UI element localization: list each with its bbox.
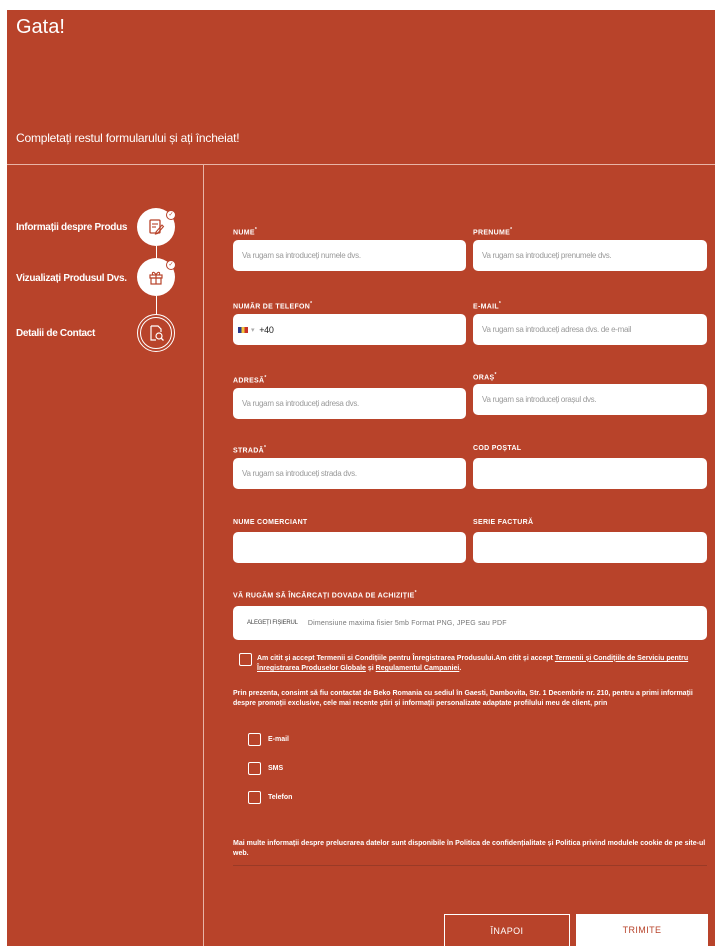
email-field[interactable]: Va rugam sa introduceți adresa dvs. de e…: [473, 314, 707, 345]
adresa-label: ADRESĂ*: [233, 375, 267, 385]
choose-file-button[interactable]: ALEGEȚI FIȘIERUL: [247, 620, 298, 626]
prenume-field[interactable]: Va rugam sa introduceți prenumele dvs.: [473, 240, 707, 271]
prenume-label: PRENUME*: [473, 227, 513, 237]
step-done-check-icon: ✓: [166, 260, 176, 270]
step-connector: [156, 246, 157, 258]
gift-icon: [149, 271, 163, 285]
serie-factura-field[interactable]: [473, 532, 707, 563]
nume-field[interactable]: Va rugam sa introduceți numele dvs.: [233, 240, 466, 271]
strada-field[interactable]: Va rugam sa introduceți strada dvs.: [233, 458, 466, 489]
oras-label: ORAȘ*: [473, 372, 497, 382]
upload-hint: Dimensiune maxima fisier 5mb Format PNG,…: [307, 619, 507, 627]
contact-consent-text: Prin prezenta, consimt să fiu contactat …: [233, 690, 693, 707]
strada-label: STRADĂ*: [233, 445, 267, 455]
page-title: Gata!: [16, 16, 65, 38]
back-button[interactable]: ÎNAPOI: [444, 914, 570, 946]
step-contact[interactable]: [137, 314, 175, 352]
privacy-text: Mai multe informații despre prelucrarea …: [233, 840, 706, 857]
document-search-icon: [150, 325, 164, 341]
sidebar-divider: [203, 165, 204, 946]
page-subtitle: Completați restul formularului și ați în…: [16, 131, 240, 145]
email-label: E-MAIL*: [473, 301, 502, 311]
serie-factura-label: SERIE FACTURĂ: [473, 519, 534, 526]
terms-checkbox[interactable]: [239, 653, 252, 666]
nume-comerciant-field[interactable]: [233, 532, 466, 563]
header-divider: [7, 164, 715, 165]
upload-field[interactable]: ALEGEȚI FIȘIERUL Dimensiune maxima fisie…: [233, 606, 707, 640]
terms-link-campaign[interactable]: Regulamentul Campaniei: [376, 665, 460, 672]
terms-prefix: Am citit și accept Termenii si Condițiil…: [257, 655, 555, 662]
nume-comerciant-label: NUME COMERCIANT: [233, 519, 308, 526]
form-bottom-divider: [233, 865, 707, 866]
edit-document-icon: [149, 219, 165, 235]
phone-prefix: +40: [259, 324, 274, 335]
step-done-check-icon: ✓: [166, 210, 176, 220]
country-dropdown-icon[interactable]: ▾: [251, 326, 255, 334]
upload-label: VĂ RUGĂM SĂ ÎNCĂRCAȚI DOVADA DE ACHIZIȚI…: [233, 590, 417, 600]
step-label-product-info[interactable]: Informații despre Produs: [16, 222, 127, 233]
adresa-field[interactable]: Va rugam sa introduceți adresa dvs.: [233, 388, 466, 419]
cod-postal-field[interactable]: [473, 458, 707, 489]
phone-field[interactable]: ▾ +40: [233, 314, 466, 345]
sms-consent-label: SMS: [268, 765, 284, 772]
cod-postal-label: COD POȘTAL: [473, 445, 522, 452]
step-label-contact[interactable]: Detalii de Contact: [16, 328, 95, 339]
romania-flag-icon[interactable]: [238, 326, 248, 333]
email-consent-checkbox[interactable]: [248, 733, 261, 746]
step-label-product-view[interactable]: Vizualizați Produsul Dvs.: [16, 273, 127, 284]
terms-text: Am citit și accept Termenii si Condițiil…: [257, 654, 707, 674]
telefon-consent-label: Telefon: [268, 794, 293, 801]
nume-label: NUME*: [233, 227, 258, 237]
terms-and: și: [365, 665, 376, 672]
sms-consent-checkbox[interactable]: [248, 762, 261, 775]
submit-button[interactable]: TRIMITE: [576, 914, 708, 946]
oras-field[interactable]: Va rugam sa introduceți orașul dvs.: [473, 384, 707, 415]
telefon-label: NUMĂR DE TELEFON*: [233, 301, 313, 311]
registration-page: Gata! Completați restul formularului și …: [7, 10, 715, 946]
email-consent-label: E-mail: [268, 736, 290, 743]
telefon-consent-checkbox[interactable]: [248, 791, 261, 804]
terms-end: .: [459, 665, 462, 672]
